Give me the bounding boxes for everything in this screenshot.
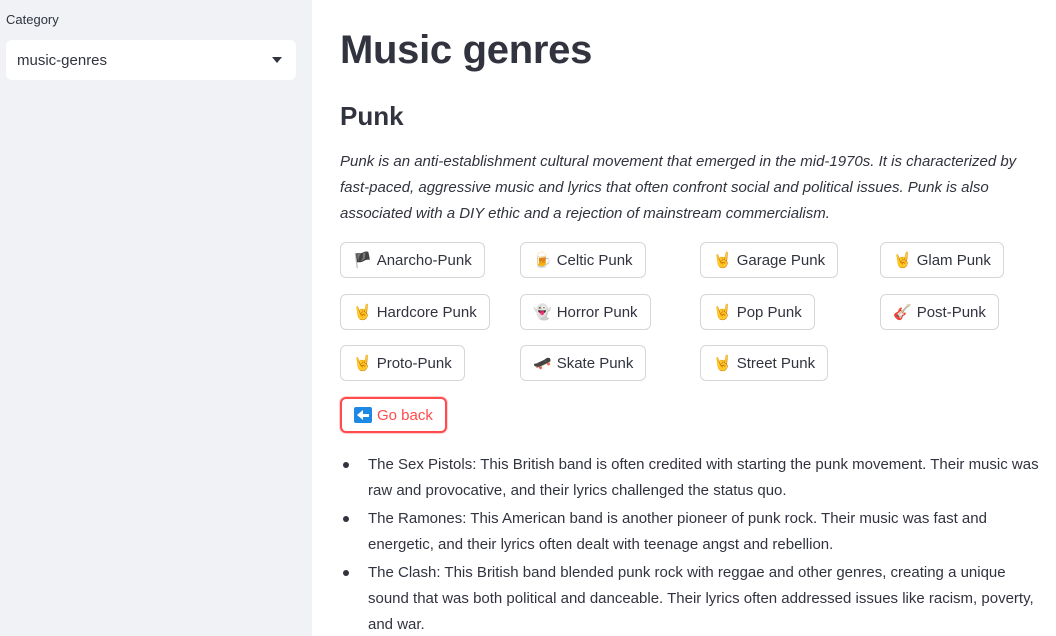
genre-button-garage-punk[interactable]: 🤘 Garage Punk xyxy=(700,242,839,278)
genre-button-label: Street Punk xyxy=(736,354,816,372)
category-select-value: music-genres xyxy=(17,51,108,69)
genre-button-label: Proto-Punk xyxy=(376,354,452,372)
genre-heading: Punk xyxy=(340,101,404,131)
go-back-button[interactable]: Go back xyxy=(340,397,447,433)
genre-button-anarcho-punk[interactable]: 🏴 Anarcho-Punk xyxy=(340,242,485,278)
sidebar: Category music-genres xyxy=(0,0,312,636)
go-back-label: Go back xyxy=(377,406,433,424)
genre-button-label: Anarcho-Punk xyxy=(376,251,472,269)
list-item: The Sex Pistols: This British band is of… xyxy=(340,452,1040,504)
beer-mug-icon: 🍺 xyxy=(533,251,552,269)
list-item: The Clash: This British band blended pun… xyxy=(340,560,1040,636)
genre-button-hardcore-punk[interactable]: 🤘 Hardcore Punk xyxy=(340,294,490,330)
genre-button-horror-punk[interactable]: 👻 Horror Punk xyxy=(520,294,651,330)
genre-button-pop-punk[interactable]: 🤘 Pop Punk xyxy=(700,294,815,330)
genre-button-label: Garage Punk xyxy=(736,251,826,269)
genre-button-label: Hardcore Punk xyxy=(376,303,477,321)
rock-hand-icon: 🤘 xyxy=(893,251,912,269)
genre-button-label: Post-Punk xyxy=(916,303,986,321)
list-item: The Ramones: This American band is anoth… xyxy=(340,506,1040,558)
genre-button-label: Pop Punk xyxy=(736,303,802,321)
genre-button-glam-punk[interactable]: 🤘 Glam Punk xyxy=(880,242,1004,278)
genre-button-label: Skate Punk xyxy=(556,354,634,372)
category-label: Category xyxy=(6,12,59,27)
genre-button-proto-punk[interactable]: 🤘 Proto-Punk xyxy=(340,345,465,381)
genre-button-street-punk[interactable]: 🤘 Street Punk xyxy=(700,345,829,381)
rock-hand-icon: 🤘 xyxy=(713,251,732,269)
rock-hand-icon: 🤘 xyxy=(353,303,372,321)
flag-icon: 🏴 xyxy=(353,251,372,269)
band-list: The Sex Pistols: This British band is of… xyxy=(340,452,1040,636)
back-arrow-icon xyxy=(354,407,372,423)
guitar-icon: 🎸 xyxy=(893,303,912,321)
rock-hand-icon: 🤘 xyxy=(353,354,372,372)
skateboard-icon: 🛹 xyxy=(533,354,552,372)
genre-button-skate-punk[interactable]: 🛹 Skate Punk xyxy=(520,345,647,381)
genre-description: Punk is an anti-establishment cultural m… xyxy=(340,153,1017,222)
category-select[interactable]: music-genres xyxy=(6,40,296,80)
ghost-icon: 👻 xyxy=(533,303,552,321)
genre-button-label: Glam Punk xyxy=(916,251,991,269)
genre-button-label: Celtic Punk xyxy=(556,251,633,269)
chevron-down-icon xyxy=(272,57,282,63)
genre-button-label: Horror Punk xyxy=(556,303,638,321)
rock-hand-icon: 🤘 xyxy=(713,354,732,372)
rock-hand-icon: 🤘 xyxy=(713,303,732,321)
genre-button-post-punk[interactable]: 🎸 Post-Punk xyxy=(880,294,999,330)
page-title: Music genres xyxy=(340,28,593,72)
genre-button-celtic-punk[interactable]: 🍺 Celtic Punk xyxy=(520,242,646,278)
